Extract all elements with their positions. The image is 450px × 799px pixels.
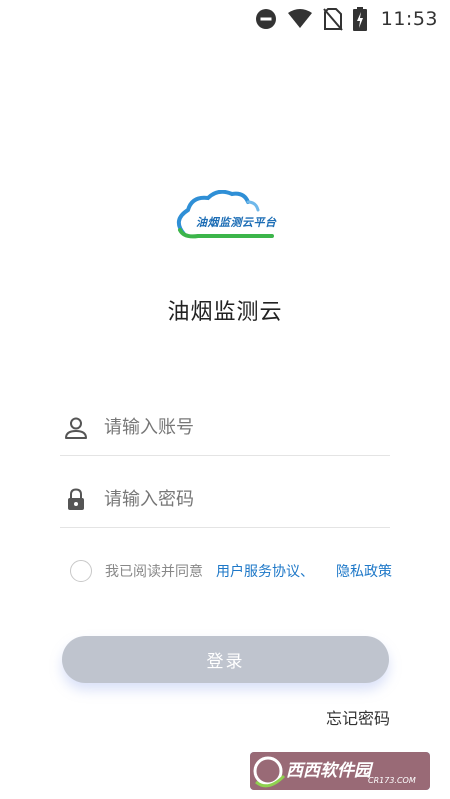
agreement-separator: 、 — [300, 564, 314, 580]
no-sim-icon — [322, 7, 343, 31]
watermark-sub: CR173.COM — [368, 776, 416, 785]
agreement-row: 我已阅读并同意 用户服务协议 、 隐私政策 — [70, 559, 392, 583]
forgot-password-link[interactable]: 忘记密码 — [326, 705, 390, 729]
watermark-logo: 西西软件园 CR173.COM — [250, 752, 430, 790]
logo-text: 油烟监测云平台 — [196, 216, 277, 229]
agreement-prefix: 我已阅读并同意 — [105, 564, 203, 580]
do-not-disturb-icon — [255, 8, 277, 30]
battery-charging-icon — [352, 7, 367, 31]
password-input[interactable] — [104, 489, 364, 510]
login-screen: 11:53 油烟监测云平台 油烟监测云 请输入账号 我已阅读并同意 用户服务协议… — [0, 0, 450, 799]
login-button[interactable]: 登录 — [62, 636, 389, 683]
agreement-checkbox[interactable] — [70, 560, 92, 582]
password-field — [60, 472, 390, 528]
user-icon — [62, 414, 90, 442]
cloud-logo-icon: 油烟监测云平台 — [174, 189, 280, 240]
watermark-text: 西西软件园 — [286, 761, 371, 781]
lock-icon — [62, 486, 90, 514]
user-agreement-link[interactable]: 用户服务协议 — [216, 561, 300, 581]
status-time: 11:53 — [380, 8, 438, 30]
account-input[interactable] — [104, 417, 364, 438]
status-bar: 11:53 — [0, 0, 450, 38]
account-field — [60, 400, 390, 456]
app-title: 油烟监测云 — [167, 300, 283, 325]
privacy-policy-link[interactable]: 隐私政策 — [336, 561, 392, 581]
wifi-icon — [287, 8, 313, 30]
